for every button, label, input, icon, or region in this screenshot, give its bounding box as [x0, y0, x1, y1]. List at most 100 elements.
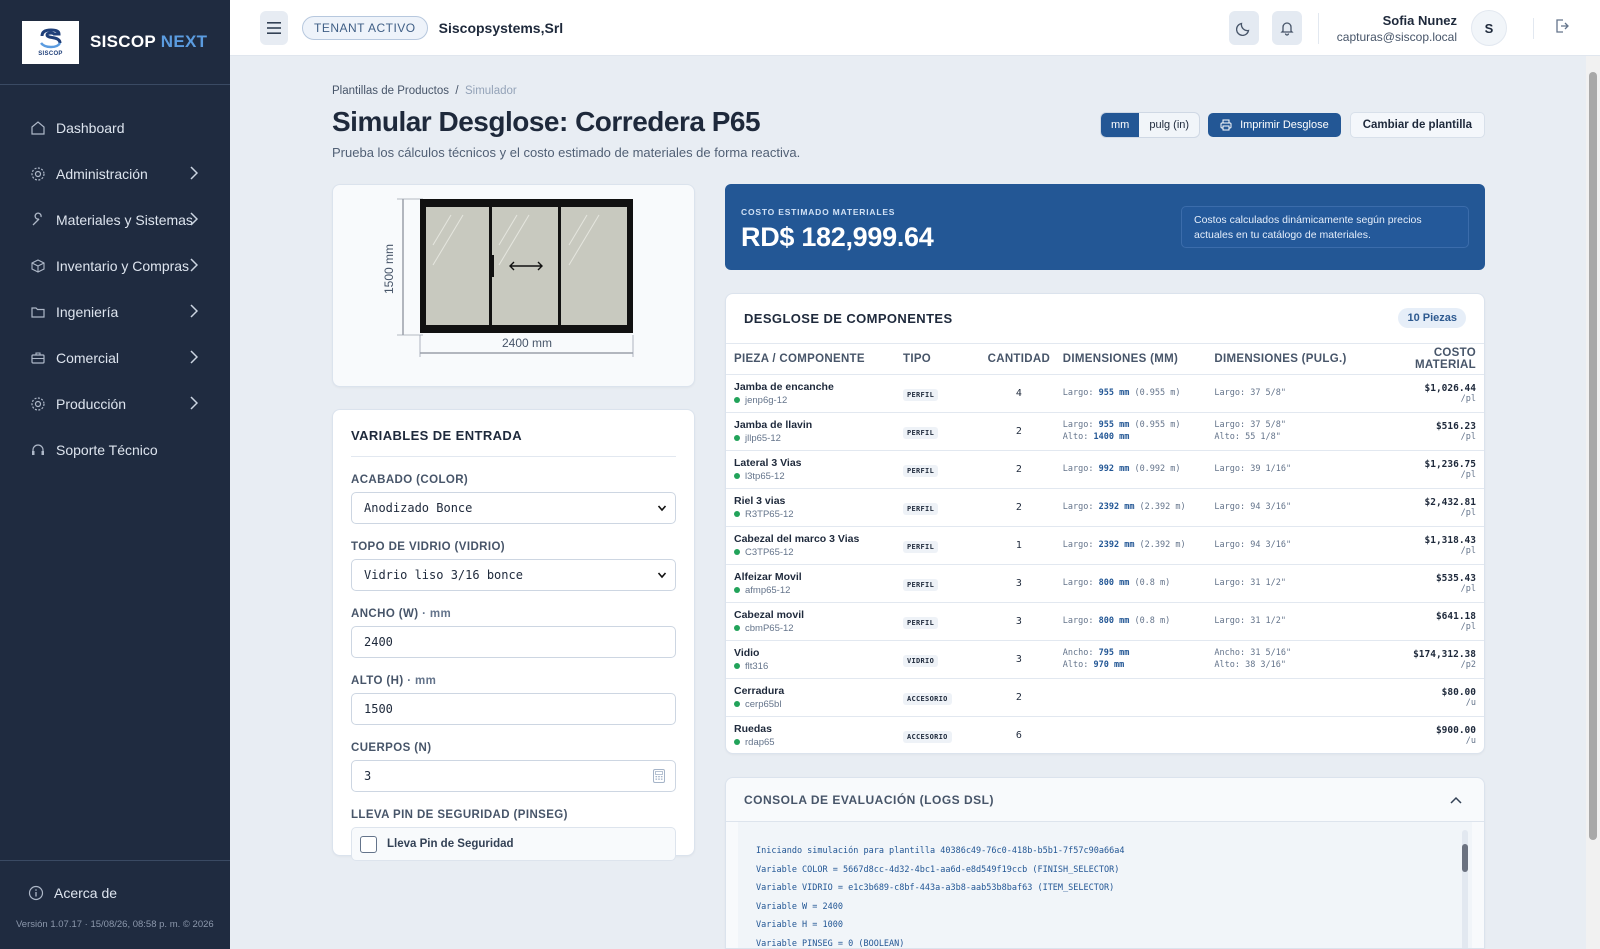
- hamburger-icon: [267, 21, 281, 34]
- pieces-badge: 10 Piezas: [1398, 308, 1466, 328]
- bodies-input[interactable]: 3: [351, 760, 676, 792]
- type-cell: PERFIL: [895, 488, 975, 527]
- component-cell: Cabezal del marco 3 Vias C3TP65-12: [726, 526, 895, 565]
- sidebar-item-label: Dashboard: [56, 120, 125, 136]
- color-select[interactable]: Anodizado Bonce: [351, 492, 676, 524]
- material-cost-cell: $80.00/u: [1370, 678, 1484, 717]
- console-line: Variable H = 1000: [756, 920, 843, 930]
- type-cell: PERFIL: [895, 526, 975, 565]
- glass-select[interactable]: Vidrio liso 3/16 bonce: [351, 559, 676, 591]
- quantity-cell: 2: [974, 412, 1055, 451]
- material-cost-cell: $900.00/u: [1370, 716, 1484, 753]
- type-cell: PERFIL: [895, 602, 975, 641]
- component-name: Cerradura: [734, 684, 785, 697]
- dimensions-in-cell: Ancho: 31 5/16" Alto: 38 3/16": [1206, 640, 1371, 679]
- quantity-cell: 2: [974, 488, 1055, 527]
- sidebar-item-inventario-y-compras[interactable]: Inventario y Compras: [0, 243, 230, 289]
- theme-toggle-button[interactable]: [1228, 11, 1259, 45]
- console-line: Variable VIDRIO = e1c3b689-c8bf-443a-a3b…: [756, 883, 1115, 893]
- security-pin-checkbox-row[interactable]: Lleva Pin de Seguridad: [351, 827, 676, 861]
- status-dot: [734, 587, 740, 593]
- security-pin-checkbox[interactable]: [360, 835, 377, 853]
- width-label: ANCHO (W) · mm: [351, 608, 452, 620]
- component-code: jenp6g-12: [734, 395, 895, 406]
- width-input[interactable]: 2400: [351, 626, 676, 658]
- console-scrollbar[interactable]: [1462, 830, 1468, 948]
- height-input[interactable]: 1500: [351, 693, 676, 725]
- sidebar-item-administracion[interactable]: Administración: [0, 151, 230, 197]
- material-cost-cell: $1,318.43/pl: [1370, 526, 1484, 565]
- calculator-icon[interactable]: [653, 769, 665, 783]
- console-header[interactable]: CONSOLA DE EVALUACIÓN (LOGS DSL): [726, 778, 1484, 822]
- user-info[interactable]: Sofia Nunez capturas@siscop.local: [1317, 12, 1471, 44]
- table-row: Alfeizar Movil afmp65-12 PERFIL 3 Largo: 800…: [726, 564, 1484, 603]
- table-row: Lateral 3 Vias l3tp65-12 PERFIL 2 Largo: 992…: [726, 450, 1484, 489]
- page-scrollbar-thumb[interactable]: [1589, 72, 1597, 840]
- print-breakdown-button[interactable]: Imprimir Desglose: [1208, 113, 1341, 137]
- gear-icon: [30, 396, 46, 412]
- input-variables-card: VARIABLES DE ENTRADA ACABADO (COLOR) Ano…: [332, 409, 695, 861]
- sidebar: SISCOP SISCOP NEXT Dashboard Administraci…: [0, 0, 230, 949]
- version-text: Versión 1.07.17 · 15/08/26, 08:58 p. m. …: [16, 919, 214, 930]
- sidebar-item-produccion[interactable]: Producción: [0, 381, 230, 427]
- table-row: Jamba de llavin jllp65-12 PERFIL 2 Largo: 95…: [726, 412, 1484, 451]
- height-dimension-label: 1500 mm: [382, 244, 396, 294]
- user-name: Sofia Nunez: [1382, 12, 1457, 28]
- type-badge: ACCESORIO: [903, 731, 952, 743]
- breadcrumb-parent[interactable]: Plantillas de Productos: [332, 85, 449, 97]
- sidebar-item-label: Materiales y Sistemas: [56, 212, 193, 228]
- breadcrumb-separator: /: [455, 85, 459, 97]
- unit-mm-button[interactable]: mm: [1101, 113, 1140, 137]
- column-header: DIMENSIONES (MM): [1054, 344, 1207, 375]
- page-subtitle: Prueba los cálculos técnicos y el costo …: [332, 145, 801, 160]
- sidebar-footer: Acerca de Versión 1.07.17 · 15/08/26, 08…: [0, 860, 230, 949]
- table-row: Cerradura cerp65bl ACCESORIO 2 $80.00/u: [726, 678, 1484, 717]
- console-scrollbar-thumb[interactable]: [1462, 844, 1468, 872]
- dimensions-in-cell: Largo: 37 5/8" Alto: 55 1/8": [1206, 412, 1371, 451]
- component-name: Alfeizar Movil: [734, 570, 802, 583]
- tenant-badge[interactable]: TENANT ACTIVO: [302, 15, 428, 40]
- about-link[interactable]: Acerca de: [0, 885, 230, 901]
- sidebar-item-label: Inventario y Compras: [56, 258, 190, 274]
- material-cost-cell: $516.23/pl: [1370, 412, 1484, 451]
- table-title: DESGLOSE DE COMPONENTES: [744, 311, 953, 326]
- column-header: COSTO MATERIAL: [1370, 344, 1484, 375]
- sidebar-item-comercial[interactable]: Comercial: [0, 335, 230, 381]
- sidebar-item-materiales-y-sistemas[interactable]: Materiales y Sistemas: [0, 197, 230, 243]
- user-email: capturas@siscop.local: [1336, 29, 1457, 44]
- dimensions-mm-cell: Largo: 2392 mm (2.392 m): [1054, 488, 1207, 527]
- type-badge: PERFIL: [903, 579, 939, 591]
- window-preview: 1500 mm 2400 mm: [332, 184, 695, 387]
- dimensions-mm-cell: Ancho: 795 mm Alto: 970 mm: [1054, 640, 1207, 679]
- avatar[interactable]: S: [1471, 10, 1507, 46]
- column-header: PIEZA / COMPONENTE: [726, 344, 895, 375]
- breadcrumb: Plantillas de Productos / Simulador: [332, 85, 517, 97]
- component-code: cbmP65-12: [734, 623, 895, 634]
- dimensions-in-cell: Largo: 37 5/8": [1206, 374, 1371, 413]
- quantity-cell: 6: [974, 716, 1055, 753]
- logout-button[interactable]: [1533, 17, 1570, 39]
- material-cost-cell: $2,432.81/pl: [1370, 488, 1484, 527]
- sidebar-nav: Dashboard Administración Materiales y Sist…: [0, 85, 230, 473]
- page-scrollbar[interactable]: [1586, 56, 1600, 949]
- bodies-input-value: 3: [364, 769, 372, 783]
- table-row: Cabezal movil cbmP65-12 PERFIL 3 Largo: 800 …: [726, 602, 1484, 641]
- components-breakdown-card: DESGLOSE DE COMPONENTES 10 Piezas PIEZA …: [725, 293, 1485, 754]
- unit-in-button[interactable]: pulg (in): [1139, 113, 1199, 137]
- sidebar-item-dashboard[interactable]: Dashboard: [0, 105, 230, 151]
- logo-mark-icon: [39, 27, 61, 48]
- table-row: Vidio flt316 VIDRIO 3 Ancho: 795 mm Alto: 970…: [726, 640, 1484, 679]
- brand[interactable]: SISCOP SISCOP NEXT: [0, 0, 230, 85]
- status-dot: [734, 549, 740, 555]
- material-cost-cell: $641.18/pl: [1370, 602, 1484, 641]
- menu-toggle-button[interactable]: [260, 10, 288, 45]
- width-input-value: 2400: [364, 635, 393, 649]
- cost-note: Costos calculados dinámicamente según pr…: [1181, 206, 1469, 248]
- sidebar-item-ingenieria[interactable]: Ingeniería: [0, 289, 230, 335]
- sidebar-item-soporte-tecnico[interactable]: Soporte Técnico: [0, 427, 230, 473]
- notifications-button[interactable]: [1271, 11, 1302, 45]
- chevron-up-icon[interactable]: [1450, 796, 1462, 804]
- table-row: Ruedas rdap65 ACCESORIO 6 $900.00/u: [726, 716, 1484, 753]
- chevron-right-icon: [190, 212, 198, 226]
- change-template-button[interactable]: Cambiar de plantilla: [1349, 112, 1485, 138]
